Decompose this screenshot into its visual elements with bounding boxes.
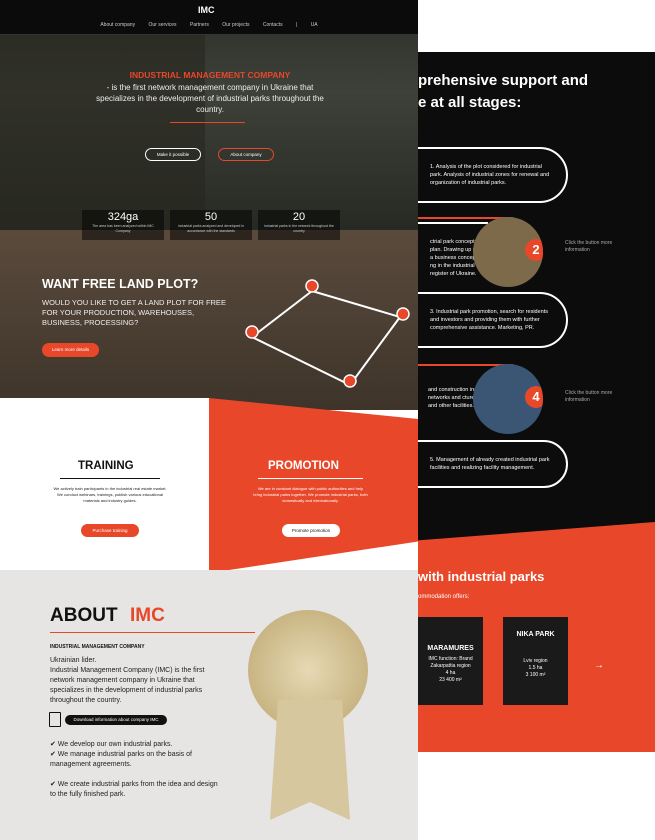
logo[interactable]: IMC bbox=[198, 5, 215, 15]
next-arrow-icon[interactable]: → bbox=[594, 660, 604, 671]
services-heading-line2: e at all stages: bbox=[418, 94, 522, 111]
promotion-title: PROMOTION bbox=[268, 460, 339, 472]
stat-parks: 50 industrial parks analyzed and develope… bbox=[170, 210, 252, 240]
park-card-body: IMC function: Brand Zakarpattia region 4… bbox=[428, 656, 473, 683]
nav-item-projects[interactable]: Our projects bbox=[222, 22, 249, 28]
park-card-maramures[interactable]: MARAMURES IMC function: Brand Zakarpatti… bbox=[418, 617, 483, 705]
park-card-nika[interactable]: NIKA PARK Lviv region 1.5 ha 3 100 m² bbox=[503, 617, 568, 705]
hero-primary-button[interactable]: Make it possible bbox=[145, 148, 201, 161]
promotion-desc: We are in constant dialogue with public … bbox=[253, 486, 368, 503]
download-info-button[interactable]: Download information about company IMC bbox=[65, 715, 167, 725]
about-title: ABOUT bbox=[50, 605, 118, 626]
about-company-button[interactable]: About company bbox=[218, 148, 274, 161]
step-5-card: 5. Management of already created industr… bbox=[418, 440, 568, 488]
stat-desc: The area has been analyzed within IMC Co… bbox=[92, 224, 154, 233]
hero-divider bbox=[170, 122, 245, 123]
about-body: Ukrainian lider. Industrial Management C… bbox=[50, 657, 205, 704]
map-plot-icon bbox=[245, 279, 410, 388]
nav-item-language[interactable]: UA bbox=[311, 22, 318, 28]
step-1-card: 1. Analysis of the plot considered for i… bbox=[418, 147, 568, 203]
divider bbox=[60, 478, 160, 479]
services-heading-line1: prehensive support and bbox=[418, 72, 589, 89]
about-list: ✔ We develop our own industrial parks. ✔… bbox=[50, 740, 225, 800]
list-item: ✔ We manage industrial parks on the basi… bbox=[50, 751, 192, 768]
step-4-image: 4 bbox=[473, 364, 543, 434]
stat-value: 50 bbox=[204, 211, 218, 223]
promote-button[interactable]: Promote promotion bbox=[282, 524, 340, 537]
services-page: prehensive support and e at all stages: … bbox=[418, 52, 655, 752]
nav-separator: | bbox=[295, 22, 298, 28]
page: prehensive support and e at all stages: … bbox=[0, 0, 655, 840]
ribbon-image bbox=[270, 700, 350, 820]
top-nav: IMC About company Our services Partners … bbox=[0, 0, 418, 34]
step-4-more-link[interactable]: Click the button more information bbox=[565, 390, 625, 404]
nav-item-about[interactable]: About company bbox=[100, 22, 135, 28]
park-card-title: MARAMURES bbox=[427, 645, 474, 652]
main-page: IMC About company Our services Partners … bbox=[0, 0, 418, 840]
about-brand: IMC bbox=[130, 605, 165, 626]
land-details-button[interactable]: Learn more details bbox=[42, 343, 99, 357]
nav-item-partners[interactable]: Partners bbox=[190, 22, 209, 28]
nav-item-services[interactable]: Our services bbox=[148, 22, 176, 28]
list-item: ✔ We develop our own industrial parks. bbox=[50, 741, 173, 748]
training-title: TRAINING bbox=[78, 460, 134, 472]
stat-value: 20 bbox=[292, 211, 306, 223]
purchase-training-button[interactable]: Purchase training bbox=[81, 524, 139, 537]
step-2-image: 2 bbox=[473, 217, 543, 287]
divider bbox=[258, 478, 363, 479]
land-subtitle: WOULD YOU LIKE TO GET A LAND PLOT FOR FR… bbox=[42, 298, 226, 327]
hero bbox=[0, 0, 418, 230]
document-icon bbox=[49, 712, 61, 727]
list-item: ✔ We create industrial parks from the id… bbox=[50, 781, 218, 798]
hero-title: INDUSTRIAL MANAGEMENT COMPANY bbox=[129, 70, 291, 80]
stat-area: 324ga The area has been analyzed within I… bbox=[82, 210, 164, 240]
parks-subheading: ommodation offers: bbox=[418, 594, 470, 600]
stat-value: 324ga bbox=[107, 211, 139, 223]
step-3-card: 3. Industrial park promotion, search for… bbox=[418, 292, 568, 348]
step-2-more-link[interactable]: Click the button more information bbox=[565, 240, 625, 254]
nav-menu: About company Our services Partners Our … bbox=[0, 22, 418, 28]
land-title: WANT FREE LAND PLOT? bbox=[42, 277, 199, 291]
park-card-title: NIKA PARK bbox=[516, 631, 555, 638]
stat-desc: industrial parks in the network througho… bbox=[264, 224, 334, 233]
step-4-number: 4 bbox=[525, 386, 543, 408]
parks-heading: with industrial parks bbox=[418, 569, 545, 584]
hero-overlay bbox=[0, 35, 205, 230]
stat-desc: industrial parks analyzed and developed … bbox=[177, 224, 245, 233]
hero-subtitle: - is the first network management compan… bbox=[96, 83, 324, 114]
about-subtitle: INDUSTRIAL MANAGEMENT COMPANY bbox=[50, 644, 145, 650]
park-card-body: Lviv region 1.5 ha 3 100 m² bbox=[523, 658, 548, 678]
divider bbox=[50, 632, 255, 633]
training-desc: We actively train participants in the in… bbox=[53, 486, 167, 503]
stat-network: 20 industrial parks in the network throug… bbox=[258, 210, 340, 240]
step-2-number: 2 bbox=[525, 239, 543, 261]
list-item bbox=[50, 770, 225, 780]
nav-item-contacts[interactable]: Contacts bbox=[263, 22, 283, 28]
